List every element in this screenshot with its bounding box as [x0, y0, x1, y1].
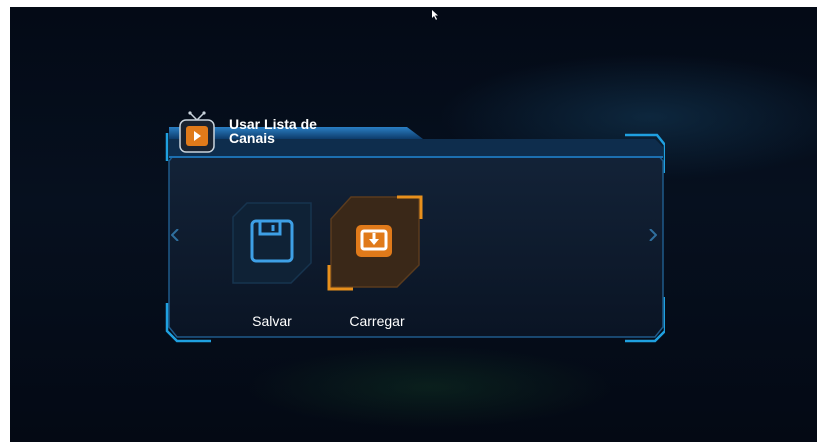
- chevron-left-icon[interactable]: [171, 229, 179, 241]
- load-option-tile[interactable]: [325, 195, 423, 291]
- download-tray-icon: [327, 195, 423, 291]
- save-option-tile[interactable]: [227, 201, 317, 291]
- load-option-label: Carregar: [349, 313, 405, 329]
- channel-list-dialog: Usar Lista de Canais Salvar Carregar: [165, 111, 665, 345]
- tv-screen: Usar Lista de Canais Salvar Carregar: [10, 7, 817, 442]
- dialog-title: Usar Lista de Canais: [229, 117, 349, 145]
- floppy-disk-icon: [232, 202, 312, 284]
- dialog-title-line1: Usar Lista de: [229, 116, 317, 132]
- dialog-title-line2: Canais: [229, 130, 275, 146]
- chevron-right-icon[interactable]: [649, 229, 657, 241]
- mouse-cursor-icon: [432, 10, 438, 20]
- save-option-label: Salvar: [252, 313, 292, 329]
- tv-play-icon: [179, 111, 215, 153]
